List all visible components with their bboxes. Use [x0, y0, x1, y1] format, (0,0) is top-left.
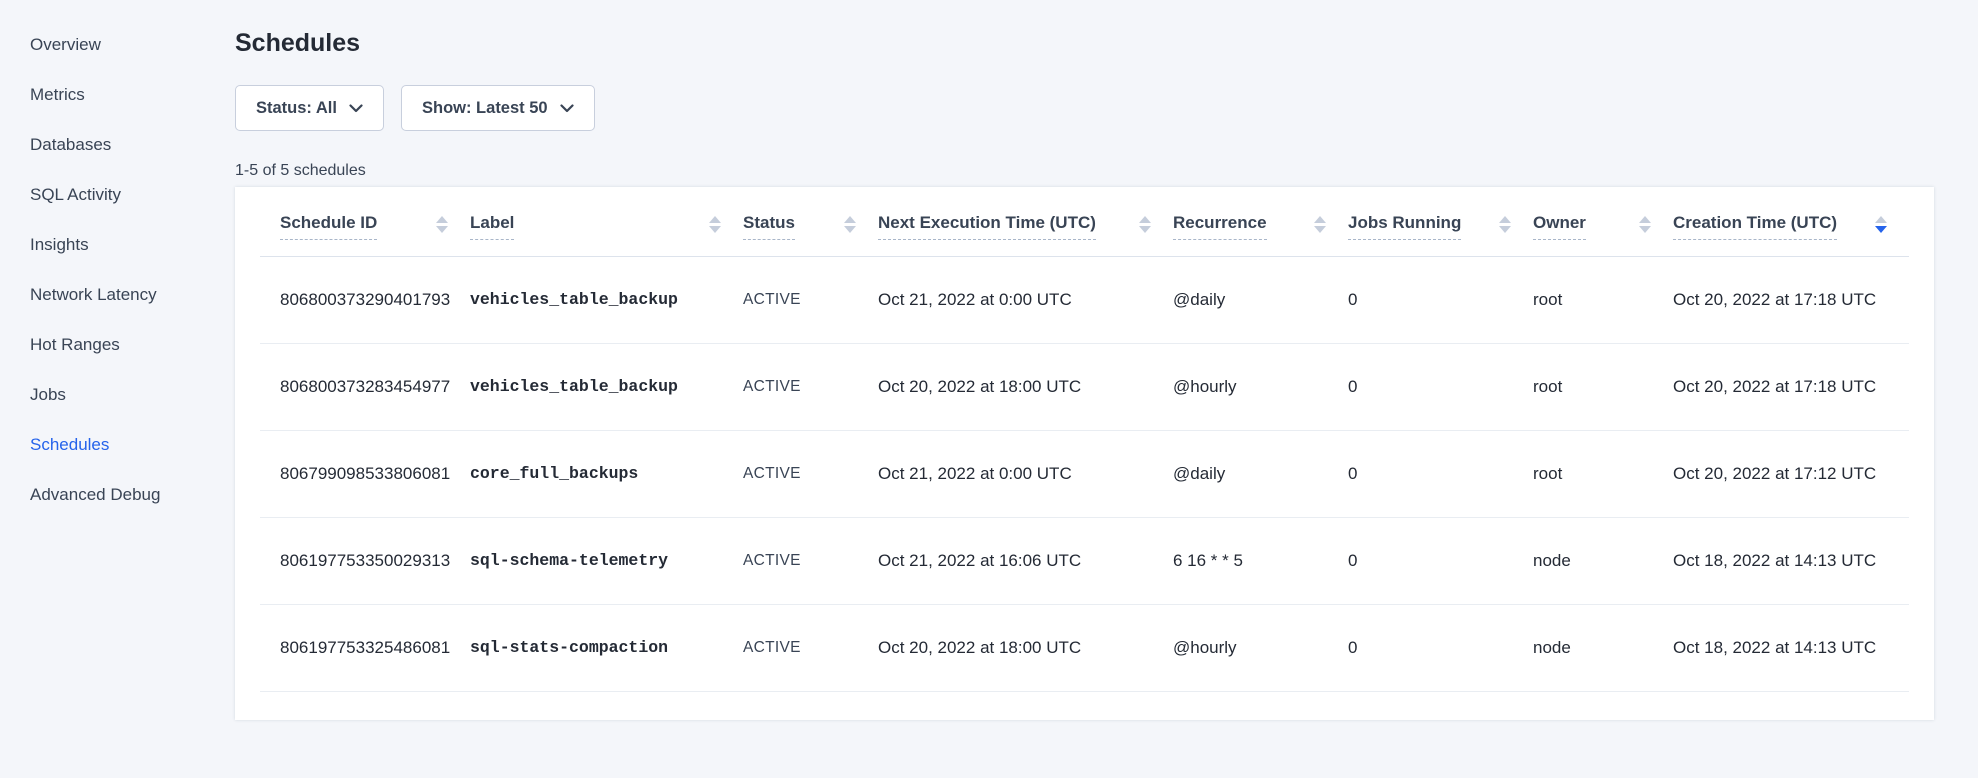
table-row[interactable]: 806800373283454977 vehicles_table_backup… [260, 343, 1909, 430]
table-row[interactable]: 806197753350029313 sql-schema-telemetry … [260, 517, 1909, 604]
cell-creation-time: Oct 20, 2022 at 17:12 UTC [1673, 430, 1909, 517]
chevron-down-icon [349, 99, 363, 118]
column-header-jobs-running[interactable]: Jobs Running [1348, 187, 1533, 256]
chevron-down-icon [560, 99, 574, 118]
cell-status: ACTIVE [743, 256, 878, 343]
schedules-table-card: Schedule ID Label Status Next Execution … [235, 187, 1934, 720]
cell-jobs-running: 0 [1348, 604, 1533, 691]
sort-icon [1499, 216, 1511, 233]
cell-creation-time: Oct 18, 2022 at 14:13 UTC [1673, 517, 1909, 604]
cell-next-execution-time: Oct 20, 2022 at 18:00 UTC [878, 604, 1173, 691]
column-label: Status [743, 213, 795, 240]
sort-icon-active-desc [1875, 216, 1887, 233]
cell-recurrence: 6 16 * * 5 [1173, 517, 1348, 604]
cell-jobs-running: 0 [1348, 343, 1533, 430]
cell-next-execution-time: Oct 21, 2022 at 0:00 UTC [878, 430, 1173, 517]
cell-label: core_full_backups [470, 430, 743, 517]
cell-status: ACTIVE [743, 430, 878, 517]
cell-schedule-id: 806197753325486081 [260, 604, 470, 691]
results-count: 1-5 of 5 schedules [235, 161, 1934, 181]
sidebar-item-metrics[interactable]: Metrics [0, 70, 235, 120]
cell-status: ACTIVE [743, 517, 878, 604]
column-header-owner[interactable]: Owner [1533, 187, 1673, 256]
cell-next-execution-time: Oct 20, 2022 at 18:00 UTC [878, 343, 1173, 430]
cell-recurrence: @daily [1173, 256, 1348, 343]
cell-recurrence: @hourly [1173, 343, 1348, 430]
sidebar: Overview Metrics Databases SQL Activity … [0, 20, 235, 520]
sidebar-item-advanced-debug[interactable]: Advanced Debug [0, 470, 235, 520]
show-filter-dropdown[interactable]: Show: Latest 50 [401, 85, 595, 131]
column-label: Label [470, 213, 514, 240]
column-header-next-execution-time[interactable]: Next Execution Time (UTC) [878, 187, 1173, 256]
column-label: Creation Time (UTC) [1673, 213, 1837, 240]
cell-schedule-id: 806799098533806081 [260, 430, 470, 517]
cell-label: vehicles_table_backup [470, 343, 743, 430]
cell-label: sql-schema-telemetry [470, 517, 743, 604]
cell-schedule-id: 806800373290401793 [260, 256, 470, 343]
cell-owner: root [1533, 343, 1673, 430]
table-row[interactable]: 806799098533806081 core_full_backups ACT… [260, 430, 1909, 517]
cell-label: vehicles_table_backup [470, 256, 743, 343]
column-label: Next Execution Time (UTC) [878, 213, 1096, 240]
table-header-row: Schedule ID Label Status Next Execution … [260, 187, 1909, 256]
cell-owner: root [1533, 430, 1673, 517]
sort-icon [709, 216, 721, 233]
table-row[interactable]: 806197753325486081 sql-stats-compaction … [260, 604, 1909, 691]
status-filter-label: Status: All [256, 99, 337, 118]
sidebar-item-overview[interactable]: Overview [0, 20, 235, 70]
cell-schedule-id: 806800373283454977 [260, 343, 470, 430]
cell-schedule-id: 806197753350029313 [260, 517, 470, 604]
cell-owner: node [1533, 604, 1673, 691]
column-label: Jobs Running [1348, 213, 1461, 240]
cell-jobs-running: 0 [1348, 517, 1533, 604]
status-filter-dropdown[interactable]: Status: All [235, 85, 384, 131]
cell-creation-time: Oct 18, 2022 at 14:13 UTC [1673, 604, 1909, 691]
sidebar-item-sql-activity[interactable]: SQL Activity [0, 170, 235, 220]
column-header-schedule-id[interactable]: Schedule ID [260, 187, 470, 256]
column-header-status[interactable]: Status [743, 187, 878, 256]
sort-icon [1139, 216, 1151, 233]
page-title: Schedules [235, 28, 1934, 58]
sidebar-item-network-latency[interactable]: Network Latency [0, 270, 235, 320]
column-label: Schedule ID [280, 213, 377, 240]
cell-next-execution-time: Oct 21, 2022 at 0:00 UTC [878, 256, 1173, 343]
sidebar-item-databases[interactable]: Databases [0, 120, 235, 170]
cell-label: sql-stats-compaction [470, 604, 743, 691]
column-header-label[interactable]: Label [470, 187, 743, 256]
sort-icon [1639, 216, 1651, 233]
cell-jobs-running: 0 [1348, 430, 1533, 517]
sidebar-item-jobs[interactable]: Jobs [0, 370, 235, 420]
table-row[interactable]: 806800373290401793 vehicles_table_backup… [260, 256, 1909, 343]
sidebar-item-hot-ranges[interactable]: Hot Ranges [0, 320, 235, 370]
column-label: Recurrence [1173, 213, 1267, 240]
cell-creation-time: Oct 20, 2022 at 17:18 UTC [1673, 343, 1909, 430]
column-header-creation-time[interactable]: Creation Time (UTC) [1673, 187, 1909, 256]
main-content: Schedules Status: All Show: Latest 50 1-… [235, 0, 1934, 720]
sort-icon [1314, 216, 1326, 233]
sidebar-item-insights[interactable]: Insights [0, 220, 235, 270]
show-filter-label: Show: Latest 50 [422, 99, 548, 118]
cell-status: ACTIVE [743, 604, 878, 691]
sidebar-item-schedules[interactable]: Schedules [0, 420, 235, 470]
cell-owner: root [1533, 256, 1673, 343]
cell-status: ACTIVE [743, 343, 878, 430]
cell-recurrence: @hourly [1173, 604, 1348, 691]
cell-owner: node [1533, 517, 1673, 604]
filters-bar: Status: All Show: Latest 50 [235, 85, 1934, 131]
sort-icon [436, 216, 448, 233]
cell-next-execution-time: Oct 21, 2022 at 16:06 UTC [878, 517, 1173, 604]
column-label: Owner [1533, 213, 1586, 240]
cell-jobs-running: 0 [1348, 256, 1533, 343]
column-header-recurrence[interactable]: Recurrence [1173, 187, 1348, 256]
cell-recurrence: @daily [1173, 430, 1348, 517]
sort-icon [844, 216, 856, 233]
schedules-table: Schedule ID Label Status Next Execution … [260, 187, 1909, 692]
cell-creation-time: Oct 20, 2022 at 17:18 UTC [1673, 256, 1909, 343]
